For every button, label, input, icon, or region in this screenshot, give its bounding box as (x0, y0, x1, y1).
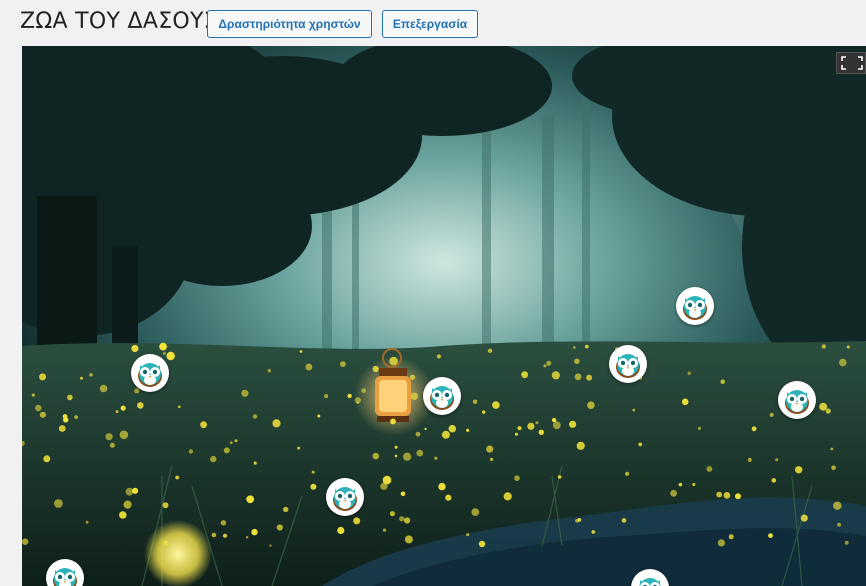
owl-hotspot[interactable] (326, 478, 364, 516)
owl-icon (53, 568, 77, 586)
owl-hotspot[interactable] (131, 354, 169, 392)
owl-hotspot[interactable] (423, 377, 461, 415)
owl-hotspot[interactable] (609, 345, 647, 383)
owl-icon (639, 578, 661, 586)
owl-icon (616, 354, 640, 378)
owl-icon (333, 487, 357, 511)
interactive-image-stage (22, 46, 866, 586)
fullscreen-icon (841, 56, 863, 70)
forest-background-image (22, 46, 866, 586)
owl-icon (785, 390, 809, 414)
owl-hotspot[interactable] (676, 287, 714, 325)
page-title: ΖΩΑ ΤΟΥ ΔΑΣΟΥΣ (20, 9, 218, 34)
owl-hotspot[interactable] (778, 381, 816, 419)
owl-hotspot[interactable] (46, 559, 84, 586)
owl-icon (430, 386, 454, 410)
owl-hotspot[interactable] (631, 569, 669, 586)
owl-icon (138, 363, 162, 387)
owl-icon (683, 296, 707, 320)
fullscreen-button[interactable] (836, 52, 866, 74)
user-activity-button[interactable]: Δραστηριότητα χρηστών (207, 10, 372, 38)
page-header: ΖΩΑ ΤΟΥ ΔΑΣΟΥΣ Δραστηριότητα χρηστών Επε… (0, 0, 866, 46)
edit-button[interactable]: Επεξεργασία (382, 10, 478, 38)
